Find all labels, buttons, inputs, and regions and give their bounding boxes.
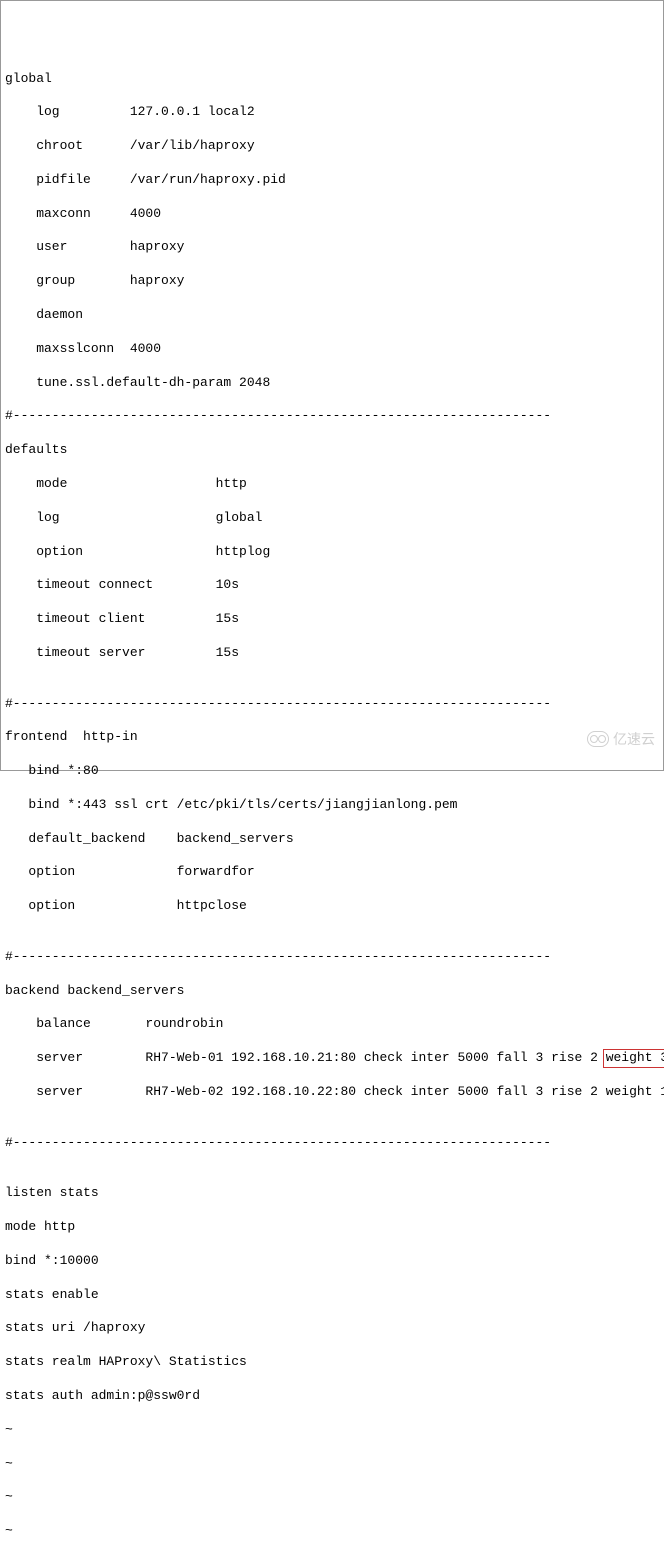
cfg-global-daemon: daemon	[5, 307, 659, 324]
cfg-frontend-bind-80: bind *:80	[5, 763, 659, 780]
cfg-global-maxsslconn: maxsslconn 4000	[5, 341, 659, 358]
cfg-frontend-default-backend: default_backend backend_servers	[5, 831, 659, 848]
vim-tilde: ~	[5, 1523, 659, 1540]
watermark-text: 亿速云	[613, 730, 655, 748]
cfg-listen-realm: stats realm HAProxy\ Statistics	[5, 1354, 659, 1371]
cfg-listen-mode: mode http	[5, 1219, 659, 1236]
cfg-listen-uri: stats uri /haproxy	[5, 1320, 659, 1337]
cfg-global-group: group haproxy	[5, 273, 659, 290]
cfg-listen-enable: stats enable	[5, 1287, 659, 1304]
cfg-defaults-log: log global	[5, 510, 659, 527]
cfg-listen-bind: bind *:10000	[5, 1253, 659, 1270]
cfg-listen-auth: stats auth admin:p@ssw0rd	[5, 1388, 659, 1405]
cfg-frontend-bind-443: bind *:443 ssl crt /etc/pki/tls/certs/ji…	[5, 797, 659, 814]
separator: #---------------------------------------…	[5, 696, 659, 713]
cfg-frontend-forwardfor: option forwardfor	[5, 864, 659, 881]
cfg-global-dhparam: tune.ssl.default-dh-param 2048	[5, 375, 659, 392]
watermark: 亿速云	[587, 730, 655, 748]
cfg-defaults-timeout-connect: timeout connect 10s	[5, 577, 659, 594]
vim-tilde: ~	[5, 1422, 659, 1439]
cfg-global-pidfile: pidfile /var/run/haproxy.pid	[5, 172, 659, 189]
cfg-global-chroot: chroot /var/lib/haproxy	[5, 138, 659, 155]
cfg-global-header: global	[5, 71, 659, 88]
cfg-backend-header: backend backend_servers	[5, 983, 659, 1000]
cfg-defaults-header: defaults	[5, 442, 659, 459]
server1-prefix: server RH7-Web-01 192.168.10.21:80 check…	[5, 1050, 606, 1065]
separator: #---------------------------------------…	[5, 949, 659, 966]
cfg-backend-server-1: server RH7-Web-01 192.168.10.21:80 check…	[5, 1050, 659, 1067]
cfg-backend-balance: balance roundrobin	[5, 1016, 659, 1033]
watermark-cloud-icon	[587, 731, 609, 747]
vim-tilde: ~	[5, 1489, 659, 1506]
separator: #---------------------------------------…	[5, 408, 659, 425]
cfg-global-log: log 127.0.0.1 local2	[5, 104, 659, 121]
cfg-defaults-timeout-client: timeout client 15s	[5, 611, 659, 628]
separator: #---------------------------------------…	[5, 1135, 659, 1152]
cfg-global-maxconn: maxconn 4000	[5, 206, 659, 223]
cfg-frontend-httpclose: option httpclose	[5, 898, 659, 915]
cfg-listen-stats: listen stats	[5, 1185, 659, 1202]
vim-tilde: ~	[5, 1456, 659, 1473]
cfg-defaults-mode: mode http	[5, 476, 659, 493]
cfg-backend-server-2: server RH7-Web-02 192.168.10.22:80 check…	[5, 1084, 659, 1101]
weight-highlight: weight 3	[603, 1049, 664, 1068]
cfg-defaults-timeout-server: timeout server 15s	[5, 645, 659, 662]
cfg-frontend-header: frontend http-in	[5, 729, 659, 746]
cfg-defaults-option: option httplog	[5, 544, 659, 561]
cfg-global-user: user haproxy	[5, 239, 659, 256]
